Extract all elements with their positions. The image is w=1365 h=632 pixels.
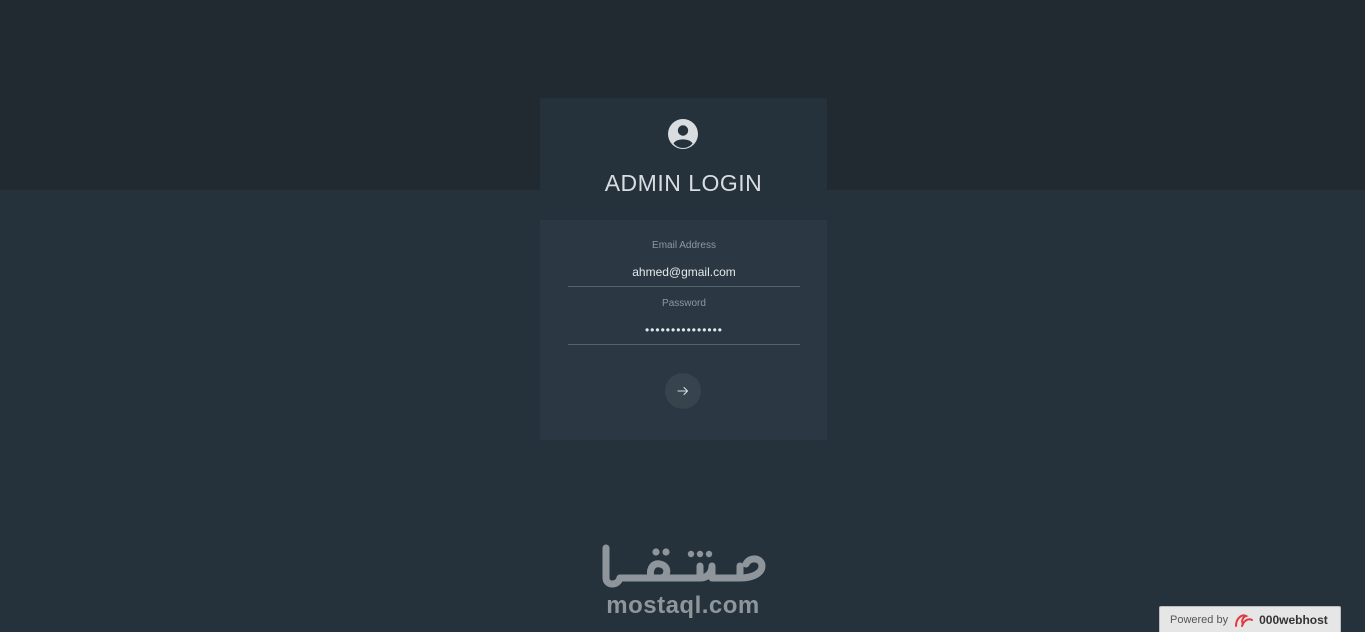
powered-by-badge[interactable]: Powered by 000webhost [1159, 606, 1341, 632]
password-label: Password [662, 298, 706, 309]
email-field[interactable]: ahmed@gmail.com [568, 257, 800, 287]
password-field[interactable]: ••••••••••••••• [568, 315, 800, 345]
user-circle-icon [668, 119, 698, 149]
mostaql-arabic-logo [602, 544, 766, 588]
mostaql-watermark: mostaql.com [590, 538, 776, 622]
submit-button[interactable] [665, 373, 701, 409]
000webhost-logo [1235, 614, 1254, 627]
mostaql-latin-logo: mostaql.com [606, 592, 760, 619]
arrow-right-icon [677, 386, 689, 396]
host-name: 000webhost [1259, 612, 1328, 627]
login-form: Email Address ahmed@gmail.com Password •… [540, 220, 827, 440]
login-card-header: ADMIN LOGIN [540, 98, 827, 220]
email-label: Email Address [652, 240, 716, 251]
powered-by-label: Powered by [1170, 613, 1229, 626]
page-title: ADMIN LOGIN [604, 170, 763, 196]
